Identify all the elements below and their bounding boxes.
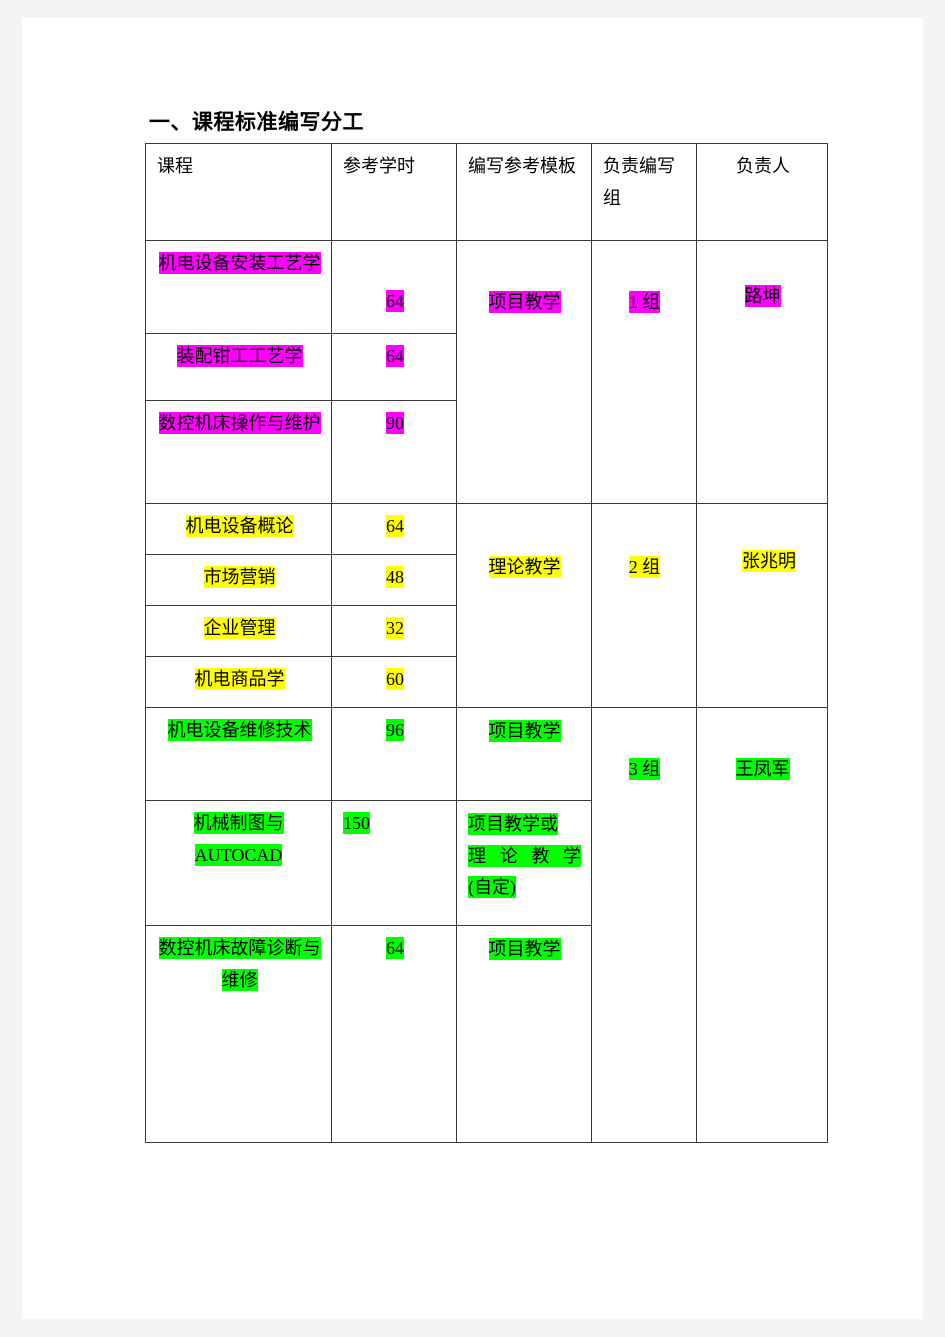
template-line-1: 项目教学或 [468, 813, 558, 835]
hours-cell: 64 [331, 503, 457, 555]
hours-cell: 64 [331, 240, 457, 334]
hours-cell: 64 [331, 333, 457, 401]
course-cell: 机电设备安装工艺学 [145, 240, 332, 334]
hours-value: 60 [386, 668, 404, 690]
hours-cell: 64 [331, 925, 457, 1143]
hours-value: 64 [386, 937, 404, 959]
hours-cell: 48 [331, 554, 457, 606]
header-cell-template: 编写参考模板 [456, 143, 592, 241]
course-cell: 机电设备维修技术 [145, 707, 332, 801]
group-label: 1 组 [628, 291, 661, 313]
leader-name: 路坤 [744, 285, 781, 307]
template-label: 项目教学 [488, 938, 561, 960]
hours-cell: 60 [331, 656, 457, 708]
header-cell-group: 负责编写组 [591, 143, 697, 241]
course-cell: 装配钳工工艺学 [145, 333, 332, 401]
hours-value: 32 [386, 617, 404, 639]
header-label-hours: 参考学时 [343, 156, 415, 176]
template-label: 项目教学 [488, 291, 561, 313]
course-name: 机电设备概论 [185, 515, 294, 537]
template-cell: 项目教学 [456, 925, 592, 1143]
template-cell-group1: 项目教学 [456, 240, 592, 504]
leader-cell-group3: 王凤军 [696, 707, 828, 1143]
template-line-2: 理论教学 [468, 844, 581, 867]
course-name: 机电设备维修技术 [167, 719, 312, 741]
course-cell: 机械制图与AUTOCAD [145, 800, 332, 926]
course-name: 数控机床故障诊断与维修 [158, 937, 321, 991]
template-multiline-block: 项目教学或 理论教学 (自定) [457, 801, 591, 912]
table-row: 机电设备维修技术 96 项目教学 3 组 王凤军 [145, 707, 828, 1143]
table-row: 机电设备概论 64 理论教学 2 组 张兆明 [145, 503, 828, 708]
hours-value: 64 [386, 290, 404, 312]
group-cell-group3: 3 组 [591, 707, 697, 1143]
template-line-3: (自定) [468, 876, 516, 898]
leader-name: 张兆明 [742, 550, 796, 572]
table-row: 机电设备安装工艺学 64 项目教学 1 组 路坤 [145, 240, 828, 504]
document-page: 一、课程标准编写分工 课程 参考学时 编写参考模板 负责编写组 负责人 机电设备… [22, 18, 923, 1319]
template-cell: 项目教学 [456, 707, 592, 801]
template-label: 项目教学 [488, 720, 561, 742]
page-title: 一、课程标准编写分工 [149, 110, 364, 134]
course-cell: 机电设备概论 [145, 503, 332, 555]
hours-cell: 90 [331, 400, 457, 504]
group-cell-group1: 1 组 [591, 240, 697, 504]
leader-cell-group1: 路坤 [696, 240, 828, 504]
leader-cell-group2: 张兆明 [696, 503, 828, 708]
hours-cell: 32 [331, 605, 457, 657]
course-cell: 数控机床操作与维护 [145, 400, 332, 504]
hours-cell: 96 [331, 707, 457, 801]
leader-name: 王凤军 [735, 758, 790, 780]
course-name: 数控机床操作与维护 [158, 412, 321, 434]
course-name: 装配钳工工艺学 [176, 345, 303, 367]
course-cell: 市场营销 [145, 554, 332, 606]
course-assignment-table-wrapper: 课程 参考学时 编写参考模板 负责编写组 负责人 机电设备安装工艺学 64 项目… [145, 143, 828, 1143]
hours-value: 150 [343, 812, 370, 834]
course-cell: 数控机床故障诊断与维修 [145, 925, 332, 1143]
template-label: 理论教学 [488, 556, 561, 578]
course-name: 机械制图与AUTOCAD [193, 812, 284, 866]
header-label-leader: 负责人 [736, 156, 790, 176]
course-name: 企业管理 [203, 617, 276, 639]
course-name: 机电商品学 [194, 668, 285, 690]
group-cell-group2: 2 组 [591, 503, 697, 708]
course-cell: 机电商品学 [145, 656, 332, 708]
hours-value: 64 [386, 345, 404, 367]
template-cell-group2: 理论教学 [456, 503, 592, 708]
course-cell: 企业管理 [145, 605, 332, 657]
header-label-template: 编写参考模板 [468, 156, 576, 176]
header-label-course: 课程 [157, 156, 193, 176]
table-header-row: 课程 参考学时 编写参考模板 负责编写组 负责人 [145, 143, 828, 241]
group-label: 2 组 [628, 556, 661, 578]
hours-value: 64 [386, 515, 404, 537]
group-label: 3 组 [628, 758, 661, 780]
template-cell-multiline: 项目教学或 理论教学 (自定) [456, 800, 592, 926]
header-label-group: 负责编写组 [603, 156, 675, 208]
hours-value: 96 [386, 719, 404, 741]
hours-value: 48 [386, 566, 404, 588]
header-cell-course: 课程 [145, 143, 332, 241]
hours-cell: 150 [331, 800, 457, 926]
hours-value: 90 [386, 412, 404, 434]
course-assignment-table: 课程 参考学时 编写参考模板 负责编写组 负责人 机电设备安装工艺学 64 项目… [145, 143, 828, 1143]
course-name: 市场营销 [203, 566, 276, 588]
header-cell-hours: 参考学时 [331, 143, 457, 241]
course-name: 机电设备安装工艺学 [158, 252, 321, 274]
header-cell-leader: 负责人 [696, 143, 828, 241]
